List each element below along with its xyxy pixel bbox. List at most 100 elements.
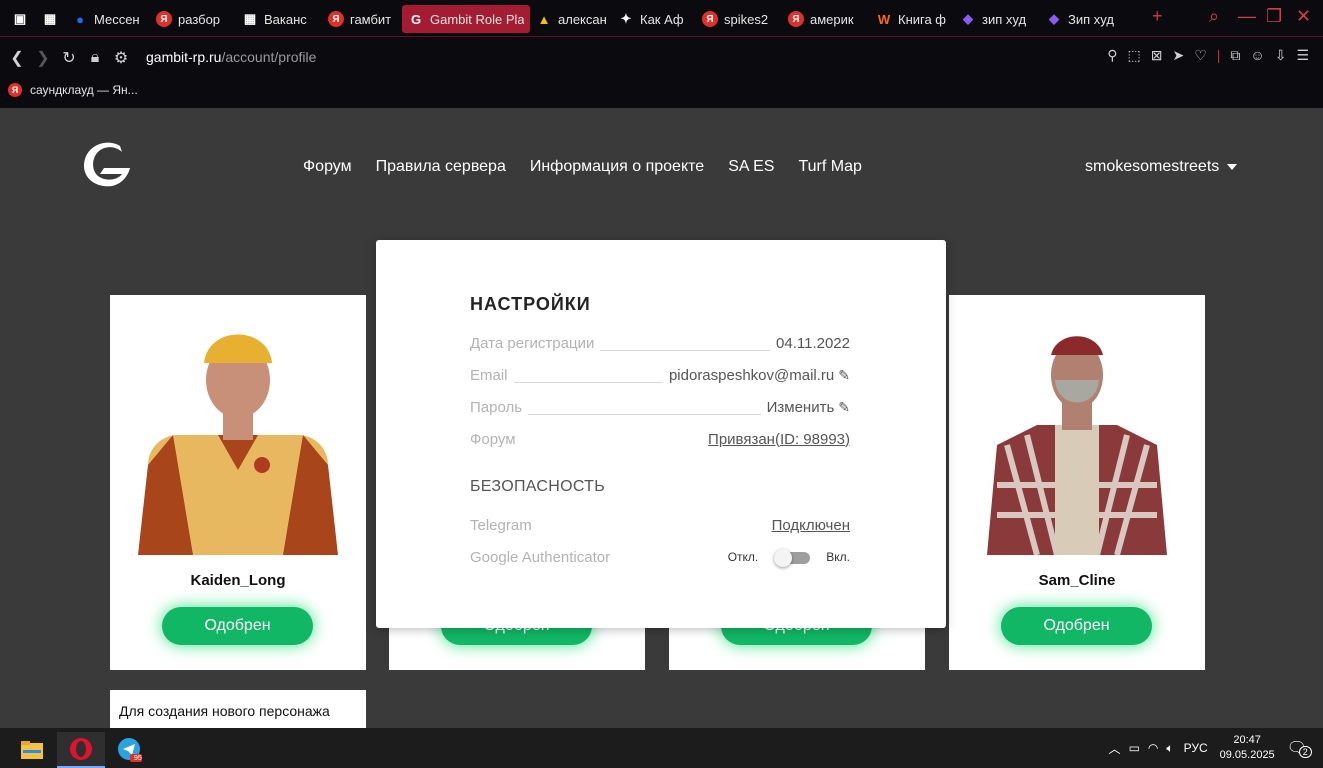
search-tabs-icon[interactable]: ⌕: [1209, 6, 1219, 27]
tab-label: Как Аф: [640, 11, 684, 27]
reload-icon[interactable]: ↻: [56, 48, 82, 68]
maximize-button[interactable]: ❐: [1266, 6, 1282, 27]
character-name: Kaiden_Long: [190, 572, 286, 589]
grid-icon: ▦: [243, 11, 257, 26]
divider: [513, 382, 663, 383]
status-button[interactable]: Одобрен: [1001, 607, 1152, 645]
forward-icon[interactable]: ❯: [30, 48, 56, 68]
yandex-icon: Я: [8, 83, 22, 97]
notification-icon[interactable]: 🗨︎ 2: [1287, 738, 1312, 758]
bookmark-item[interactable]: Ясаундклауд — Ян...: [8, 80, 138, 100]
tab-label: гамбит: [350, 11, 392, 27]
notification-badge: 2: [1298, 746, 1312, 758]
main-nav: Форум Правила сервера Информация о проек…: [303, 158, 862, 176]
minimize-button[interactable]: —: [1238, 6, 1256, 27]
figma-icon: ◆: [963, 11, 973, 26]
browser-tab[interactable]: Яамерик: [782, 5, 870, 33]
settings-title: НАСТРОЙКИ: [470, 294, 591, 314]
grid-icon: ▦: [43, 11, 57, 26]
character-name: Sam_Cline: [1038, 572, 1116, 589]
nav-rules[interactable]: Правила сервера: [376, 158, 506, 176]
telegram-link[interactable]: Подключен: [772, 517, 850, 534]
heart-icon[interactable]: ♡: [1194, 47, 1207, 64]
nav-turf-map[interactable]: Turf Map: [798, 158, 861, 176]
spark-icon: ✦: [620, 11, 632, 26]
nav-info[interactable]: Информация о проекте: [530, 158, 704, 176]
tab-label: разбор: [178, 11, 221, 27]
browser-tab[interactable]: W Книга ф: [870, 5, 954, 33]
edit-icon[interactable]: ✎: [838, 399, 850, 416]
yandex-icon: Я: [328, 11, 344, 27]
download-icon[interactable]: ⇩: [1275, 47, 1287, 64]
browser-tab[interactable]: ✦ Как Аф: [612, 5, 696, 33]
ga-toggle-group: Откл. Вкл.: [728, 549, 850, 567]
chevron-up-icon[interactable]: ︿: [1109, 740, 1121, 757]
browser-tab[interactable]: ◆ зип худ: [954, 5, 1040, 33]
forum-link[interactable]: Привязан(ID: 98993): [708, 431, 850, 448]
page-content: Форум Правила сервера Информация о проек…: [0, 108, 1323, 728]
browser-tab[interactable]: ● Мессен: [66, 5, 150, 33]
extensions-icon[interactable]: ⧉: [1230, 47, 1240, 64]
tab-label: алексан: [558, 11, 606, 27]
nav-forum[interactable]: Форум: [303, 158, 352, 176]
new-character-note: Для создания нового персонажа: [110, 690, 366, 728]
password-row: Пароль Изменить ✎: [470, 398, 850, 416]
ga-toggle[interactable]: [774, 549, 811, 567]
snapshot-icon[interactable]: ⬚: [1128, 47, 1141, 64]
forum-row: Форум Привязан(ID: 98993): [470, 430, 850, 448]
telegram-icon[interactable]: 95: [106, 732, 154, 768]
new-tab-button[interactable]: +: [1152, 6, 1163, 27]
site-settings-icon[interactable]: ⚙: [108, 48, 134, 68]
wifi-icon[interactable]: ◠: [1148, 741, 1158, 755]
url-field[interactable]: gambit-rp.ru/account/profile: [146, 49, 316, 65]
volume-icon[interactable]: 🔈︎: [1166, 741, 1173, 756]
browser-tab[interactable]: Яразбор: [150, 5, 236, 33]
tab-label: Мессен: [94, 11, 140, 27]
character-card: Kaiden_Long Одобрен: [110, 295, 366, 670]
adblock-icon[interactable]: ⊠: [1151, 47, 1163, 64]
browser-toolbar: ⚲ ⬚ ⊠ ➤ ♡ | ⧉ ☺ ⇩ ☰: [1107, 47, 1309, 64]
telegram-row: Telegram Подключен: [470, 516, 850, 534]
battery-icon[interactable]: ▭: [1129, 741, 1140, 755]
divider: [600, 350, 771, 351]
taskbar: 95 ︿ ▭ ◠ 🔈︎ РУС 20:47 09.05.2025 🗨︎ 2: [0, 728, 1323, 768]
clock[interactable]: 20:47 09.05.2025: [1220, 733, 1275, 763]
file-explorer-icon[interactable]: [8, 732, 56, 768]
email-row: Email pidoraspeshkov@mail.ru ✎: [470, 366, 850, 384]
status-button[interactable]: Одобрен: [162, 607, 313, 645]
nav-sa-es[interactable]: SA ES: [728, 158, 774, 176]
gambit-logo[interactable]: [78, 136, 138, 192]
browser-tab[interactable]: Ягамбит: [322, 5, 402, 33]
pin-icon[interactable]: ⚲: [1107, 47, 1117, 64]
browser-tab[interactable]: ▲ алексан: [530, 5, 612, 33]
browser-tab[interactable]: ▦ Ваканс: [236, 5, 322, 33]
tab-label: Книга ф: [898, 11, 947, 27]
send-icon[interactable]: ➤: [1172, 47, 1184, 64]
profile-icon[interactable]: ☺: [1250, 47, 1264, 64]
user-menu[interactable]: smokesomestreets: [1085, 158, 1238, 176]
image-icon: ▲: [537, 11, 551, 27]
system-tray: ︿ ▭ ◠ 🔈︎ РУС 20:47 09.05.2025 🗨︎ 2: [1109, 728, 1323, 768]
character-avatar: [138, 334, 338, 555]
divider: |: [1216, 47, 1221, 63]
browser-tab[interactable]: ▣: [6, 5, 36, 33]
character-avatar: [987, 336, 1167, 555]
figma-icon: ◆: [1049, 11, 1059, 26]
ga-row: Google Authenticator Откл. Вкл.: [470, 548, 850, 567]
edit-icon[interactable]: ✎: [838, 367, 850, 384]
yandex-icon: Я: [788, 11, 804, 27]
opera-icon[interactable]: [57, 732, 105, 768]
browser-tab[interactable]: G Gambit Role Pla: [402, 5, 530, 33]
tab-label: Ваканс: [264, 11, 307, 27]
close-window-button[interactable]: ✕: [1296, 6, 1311, 27]
change-password-link[interactable]: Изменить: [767, 399, 835, 416]
language-indicator[interactable]: РУС: [1184, 741, 1208, 755]
browser-tab[interactable]: ▦: [36, 5, 66, 33]
tab-label: Зип худ: [1068, 11, 1114, 27]
gambit-icon: G: [410, 11, 422, 27]
browser-tab[interactable]: ◆ Зип худ: [1040, 5, 1126, 33]
menu-icon[interactable]: ☰: [1296, 47, 1309, 64]
character-card: Sam_Cline Одобрен: [949, 295, 1205, 670]
browser-tab[interactable]: Яspikes2: [696, 5, 782, 33]
back-icon[interactable]: ❮: [4, 48, 30, 68]
